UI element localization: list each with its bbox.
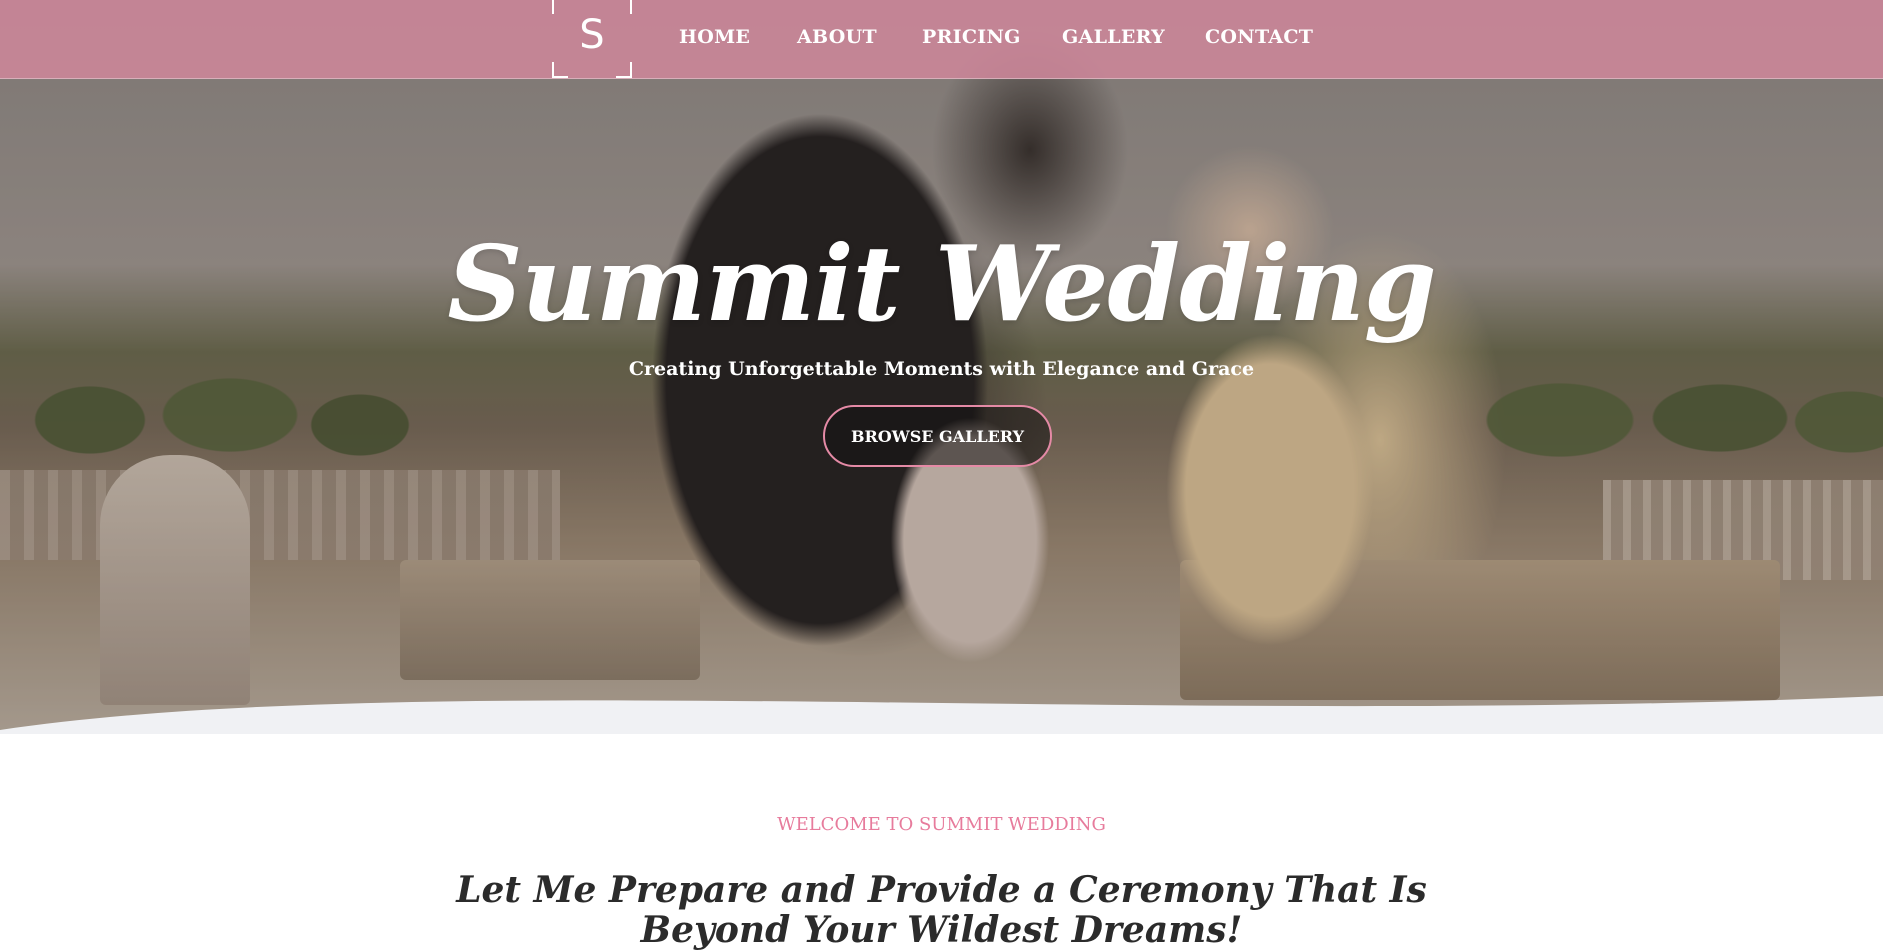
welcome-heading: Let Me Prepare and Provide a Ceremony Th… <box>456 869 1427 950</box>
nav-link-gallery[interactable]: GALLERY <box>1062 26 1165 48</box>
hero-title: Summit Wedding <box>447 222 1436 345</box>
welcome-eyebrow: WELCOME TO SUMMIT WEDDING <box>777 814 1106 835</box>
nav-link-home[interactable]: HOME <box>679 26 750 48</box>
nav-link-pricing[interactable]: PRICING <box>922 26 1021 48</box>
nav-link-contact[interactable]: CONTACT <box>1205 26 1313 48</box>
top-navbar: S HOME ABOUT PRICING GALLERY CONTACT <box>0 0 1883 79</box>
browse-gallery-button[interactable]: BROWSE GALLERY <box>823 405 1052 467</box>
main-nav: HOME ABOUT PRICING GALLERY CONTACT <box>0 0 1883 79</box>
hero-wave-divider <box>0 696 1883 734</box>
nav-link-about[interactable]: ABOUT <box>797 26 877 48</box>
hero-subtitle: Creating Unforgettable Moments with Eleg… <box>628 358 1255 380</box>
